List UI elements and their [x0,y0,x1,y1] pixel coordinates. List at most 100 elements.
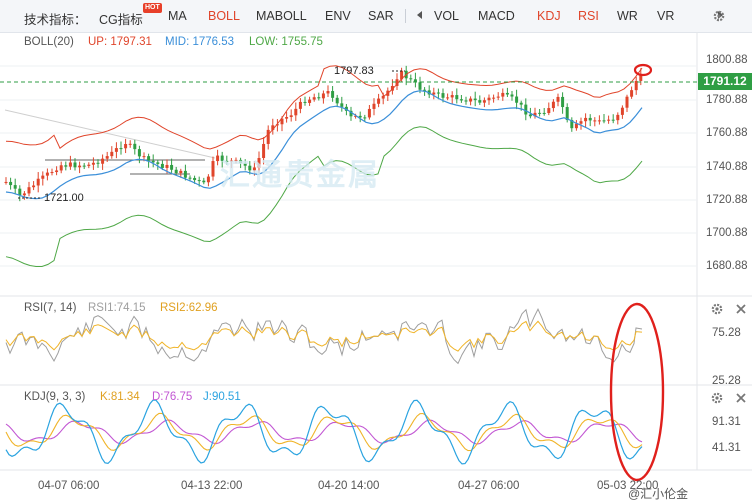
close-icon[interactable] [735,392,747,404]
candle-body [542,112,546,114]
candle-body [151,160,155,163]
candle-body [147,156,151,161]
candle-body [464,100,468,102]
price-tick: 1680.88 [706,260,748,272]
watermark: 汇通贵金属 [220,159,380,192]
candle-body [331,91,335,98]
candle-body [165,164,169,168]
candle-body [597,120,601,122]
candle-body [455,95,459,100]
candle-body [202,180,206,183]
gear-icon[interactable] [711,303,723,315]
candle-body [298,101,302,109]
gear-icon[interactable] [711,392,723,404]
boll-legend-low: LOW: 1755.75 [249,36,323,48]
candle-body [446,97,450,99]
candle-body [584,117,588,122]
candle-body [294,108,298,116]
candle-body [124,144,128,149]
candle-body [101,158,105,164]
boll-upper-line [5,65,643,150]
candle-body [160,163,164,168]
candle-body [459,99,463,101]
rsi2-line [5,320,643,352]
candle-body [625,96,629,108]
candle-body [119,148,123,150]
candle-body [363,117,367,119]
close-icon[interactable] [735,303,747,315]
rsi-legend-rsi1: RSI1:74.15 [88,302,146,314]
candle-body [441,93,445,98]
candle-body [4,181,8,183]
candle-body [170,164,174,170]
kdj-legend-k: K:81.34 [100,391,140,403]
candle-body [538,112,542,114]
candle-body [321,93,325,99]
candle-body [188,177,192,179]
kdj-tick: 41.31 [712,442,741,454]
candle-body [41,175,45,179]
candle-body [367,108,371,118]
candle-body [317,97,321,99]
candle-body [78,165,82,168]
candle-body [73,162,77,168]
candle-body [50,172,54,174]
candle-body [9,181,13,186]
kdj-j-line [5,399,643,465]
candle-body [183,170,187,178]
candle-body [32,185,36,188]
candle-body [137,149,141,157]
boll-legend-name: BOLL(20) [24,36,74,48]
candle-body [110,151,114,157]
candle-body [579,121,583,124]
candle-body [308,99,312,103]
candle-body [551,101,555,109]
candle-body [340,103,344,107]
price-tick: 1720.88 [706,194,748,206]
candle-body [36,178,40,186]
candle-body [142,156,146,158]
rsi-legend-name: RSI(7, 14) [24,302,77,314]
kdj-legend-d: D:76.75 [152,391,193,403]
candle-body [492,97,496,99]
price-chart[interactable] [0,0,752,503]
candle-body [179,170,183,174]
candle-body [478,100,482,103]
candle-body [588,117,592,121]
candle-body [377,98,381,104]
candle-body [55,170,59,173]
kdj-k-line [5,412,643,452]
candle-body [82,165,86,167]
candle-body [418,82,422,90]
candle-body [496,96,500,98]
candle-body [64,165,68,167]
candle-body [197,180,201,182]
candle-body [510,94,514,97]
candle-body [335,97,339,104]
candle-body [156,162,160,164]
time-tick: 04-20 14:00 [318,480,380,492]
price-tick: 1780.88 [706,94,748,106]
candle-body [450,95,454,98]
candle-body [285,117,289,119]
current-price-tag: 1791.12 [698,73,752,90]
candle-body [266,129,270,144]
price-tick: 1760.88 [706,127,748,139]
candle-body [528,114,532,117]
candle-body [519,102,523,105]
candle-body [561,96,565,108]
candle-body [45,172,49,176]
candle-body [469,98,473,102]
trend-line [4,109,216,159]
candle-body [68,162,72,167]
candle-body [91,162,95,165]
low-price-label: 1721.00 [44,192,84,204]
time-tick: 04-27 06:00 [458,480,520,492]
kdj-tick: 91.31 [712,416,741,428]
rsi-tick: 75.28 [712,327,741,339]
candle-body [27,187,31,194]
candle-body [547,108,551,114]
candle-body [22,193,26,196]
candle-body [505,92,509,95]
candle-body [432,92,436,95]
